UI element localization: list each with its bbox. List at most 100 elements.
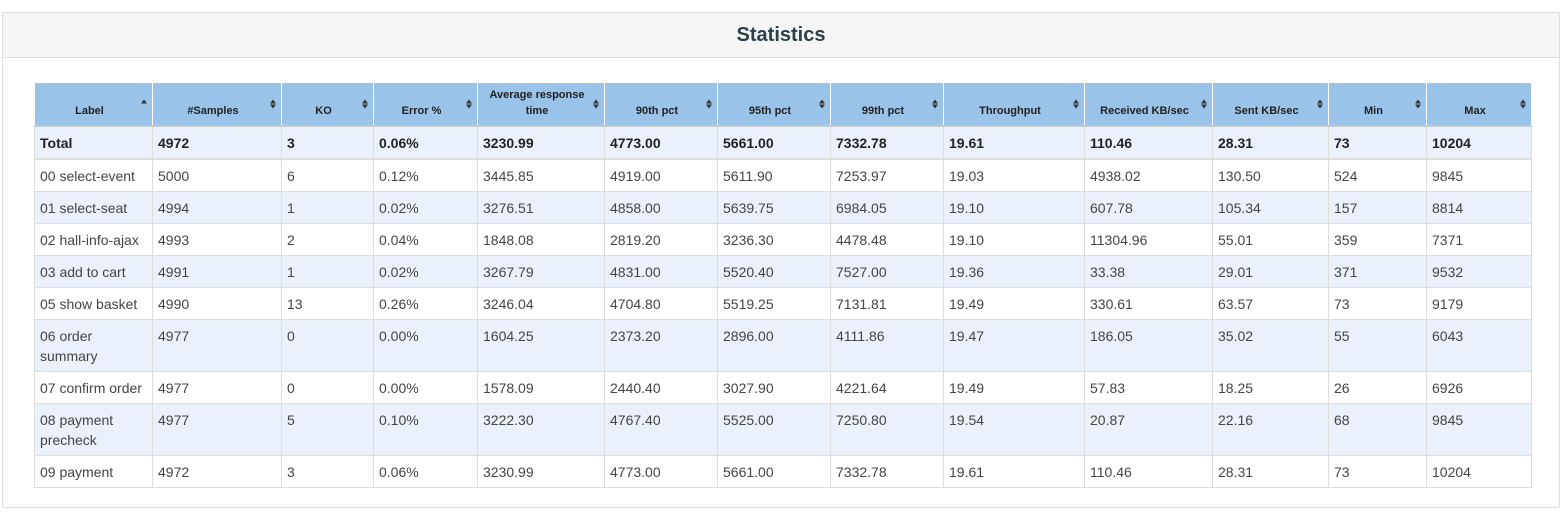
column-header-sent-kb[interactable]: Sent KB/sec — [1212, 82, 1329, 127]
sort-icon[interactable] — [593, 99, 599, 109]
cell-avg-response-time: 3267.79 — [477, 254, 605, 288]
cell-max: 8814 — [1426, 190, 1532, 224]
cell-pct90: 4919.00 — [604, 158, 718, 192]
cell-error-pct: 0.12% — [373, 158, 478, 192]
cell-throughput: 19.36 — [943, 254, 1085, 288]
sort-icon[interactable] — [1073, 99, 1079, 109]
cell-avg-response-time: 3230.99 — [477, 454, 605, 488]
column-header-label: Received KB/sec — [1100, 104, 1189, 117]
cell-sent-kb: 29.01 — [1212, 254, 1329, 288]
sort-icon[interactable] — [270, 99, 276, 109]
cell-received-kb: 4938.02 — [1084, 158, 1213, 192]
sort-icon[interactable] — [1317, 99, 1323, 109]
cell-throughput: 19.61 — [943, 125, 1085, 160]
cell-samples: 5000 — [152, 158, 282, 192]
sort-icon[interactable] — [1201, 99, 1207, 109]
cell-pct99: 7250.80 — [830, 402, 944, 456]
sort-icon[interactable] — [932, 99, 938, 109]
column-header-label: 95th pct — [748, 104, 792, 117]
cell-sent-kb: 18.25 — [1212, 370, 1329, 404]
sort-icon[interactable] — [466, 99, 472, 109]
column-header-error-pct[interactable]: Error % — [373, 82, 478, 127]
cell-ko: 1 — [281, 190, 374, 224]
column-header-label: Max — [1464, 104, 1486, 117]
panel-title: Statistics — [736, 23, 826, 46]
sort-icon[interactable] — [362, 99, 368, 109]
cell-received-kb: 330.61 — [1084, 286, 1213, 320]
column-header-ko[interactable]: KO — [281, 82, 374, 127]
total-row: Total 4972 3 0.06% 3230.99 4773.00 5661.00 7332… — [34, 125, 1532, 160]
cell-error-pct: 0.00% — [373, 318, 478, 372]
cell-error-pct: 0.02% — [373, 190, 478, 224]
cell-samples: 4977 — [152, 402, 282, 456]
cell-max: 9179 — [1426, 286, 1532, 320]
cell-avg-response-time: 1604.25 — [477, 318, 605, 372]
cell-max: 9845 — [1426, 158, 1532, 192]
table-row: 06 order summary 4977 0 0.00% 1604.25 2373.20… — [34, 318, 1532, 372]
cell-label: 08 payment precheck — [34, 402, 153, 456]
sort-icon[interactable] — [819, 99, 825, 109]
cell-max: 6043 — [1426, 318, 1532, 372]
cell-pct99: 7131.81 — [830, 286, 944, 320]
cell-pct99: 7332.78 — [830, 125, 944, 160]
cell-samples: 4994 — [152, 190, 282, 224]
cell-throughput: 19.49 — [943, 286, 1085, 320]
column-header-label: Label — [75, 104, 104, 117]
cell-label: 00 select-event — [34, 158, 153, 192]
column-header-throughput[interactable]: Throughput — [943, 82, 1085, 127]
column-header-label: 90th pct — [635, 104, 679, 117]
cell-pct99: 7253.97 — [830, 158, 944, 192]
sort-icon[interactable] — [1415, 99, 1421, 109]
cell-label: 05 show basket — [34, 286, 153, 320]
cell-min: 371 — [1328, 254, 1427, 288]
cell-pct99: 4111.86 — [830, 318, 944, 372]
cell-min: 359 — [1328, 222, 1427, 256]
table-row: 00 select-event 5000 6 0.12% 3445.85 4919.00 5… — [34, 158, 1532, 192]
cell-pct99: 7332.78 — [830, 454, 944, 488]
cell-received-kb: 110.46 — [1084, 125, 1213, 160]
column-header-pct95[interactable]: 95th pct — [717, 82, 831, 127]
column-header-label: Min — [1364, 104, 1383, 117]
sort-icon[interactable] — [706, 99, 712, 109]
cell-max: 10204 — [1426, 454, 1532, 488]
cell-samples: 4972 — [152, 454, 282, 488]
cell-pct95: 3236.30 — [717, 222, 831, 256]
column-header-samples[interactable]: #Samples — [152, 82, 282, 127]
cell-samples: 4991 — [152, 254, 282, 288]
cell-ko: 3 — [281, 454, 374, 488]
column-header-label[interactable]: Label — [34, 82, 153, 127]
column-header-max[interactable]: Max — [1426, 82, 1532, 127]
cell-pct99: 4478.48 — [830, 222, 944, 256]
cell-samples: 4977 — [152, 370, 282, 404]
cell-pct90: 4704.80 — [604, 286, 718, 320]
column-header-avg-response-time[interactable]: Average response time — [477, 82, 605, 127]
column-header-min[interactable]: Min — [1328, 82, 1427, 127]
sort-icon[interactable] — [1520, 99, 1526, 109]
cell-label: 06 order summary — [34, 318, 153, 372]
cell-error-pct: 0.02% — [373, 254, 478, 288]
cell-sent-kb: 105.34 — [1212, 190, 1329, 224]
column-header-received-kb[interactable]: Received KB/sec — [1084, 82, 1213, 127]
cell-min: 73 — [1328, 454, 1427, 488]
cell-error-pct: 0.04% — [373, 222, 478, 256]
cell-max: 6926 — [1426, 370, 1532, 404]
column-header-pct99[interactable]: 99th pct — [830, 82, 944, 127]
cell-avg-response-time: 1848.08 — [477, 222, 605, 256]
cell-pct90: 2819.20 — [604, 222, 718, 256]
cell-max: 10204 — [1426, 125, 1532, 160]
cell-pct95: 2896.00 — [717, 318, 831, 372]
column-header-pct90[interactable]: 90th pct — [604, 82, 718, 127]
cell-label: 02 hall-info-ajax — [34, 222, 153, 256]
column-header-label: Sent KB/sec — [1234, 104, 1299, 117]
sort-ascending-icon[interactable] — [141, 99, 147, 108]
cell-received-kb: 33.38 — [1084, 254, 1213, 288]
cell-sent-kb: 63.57 — [1212, 286, 1329, 320]
cell-ko: 13 — [281, 286, 374, 320]
cell-max: 7371 — [1426, 222, 1532, 256]
cell-received-kb: 57.83 — [1084, 370, 1213, 404]
cell-throughput: 19.10 — [943, 222, 1085, 256]
statistics-table: Label #Samples KO Error % Average response t… — [34, 82, 1532, 488]
cell-throughput: 19.03 — [943, 158, 1085, 192]
column-header-label: KO — [315, 104, 332, 117]
column-header-label: Average response time — [489, 88, 585, 117]
